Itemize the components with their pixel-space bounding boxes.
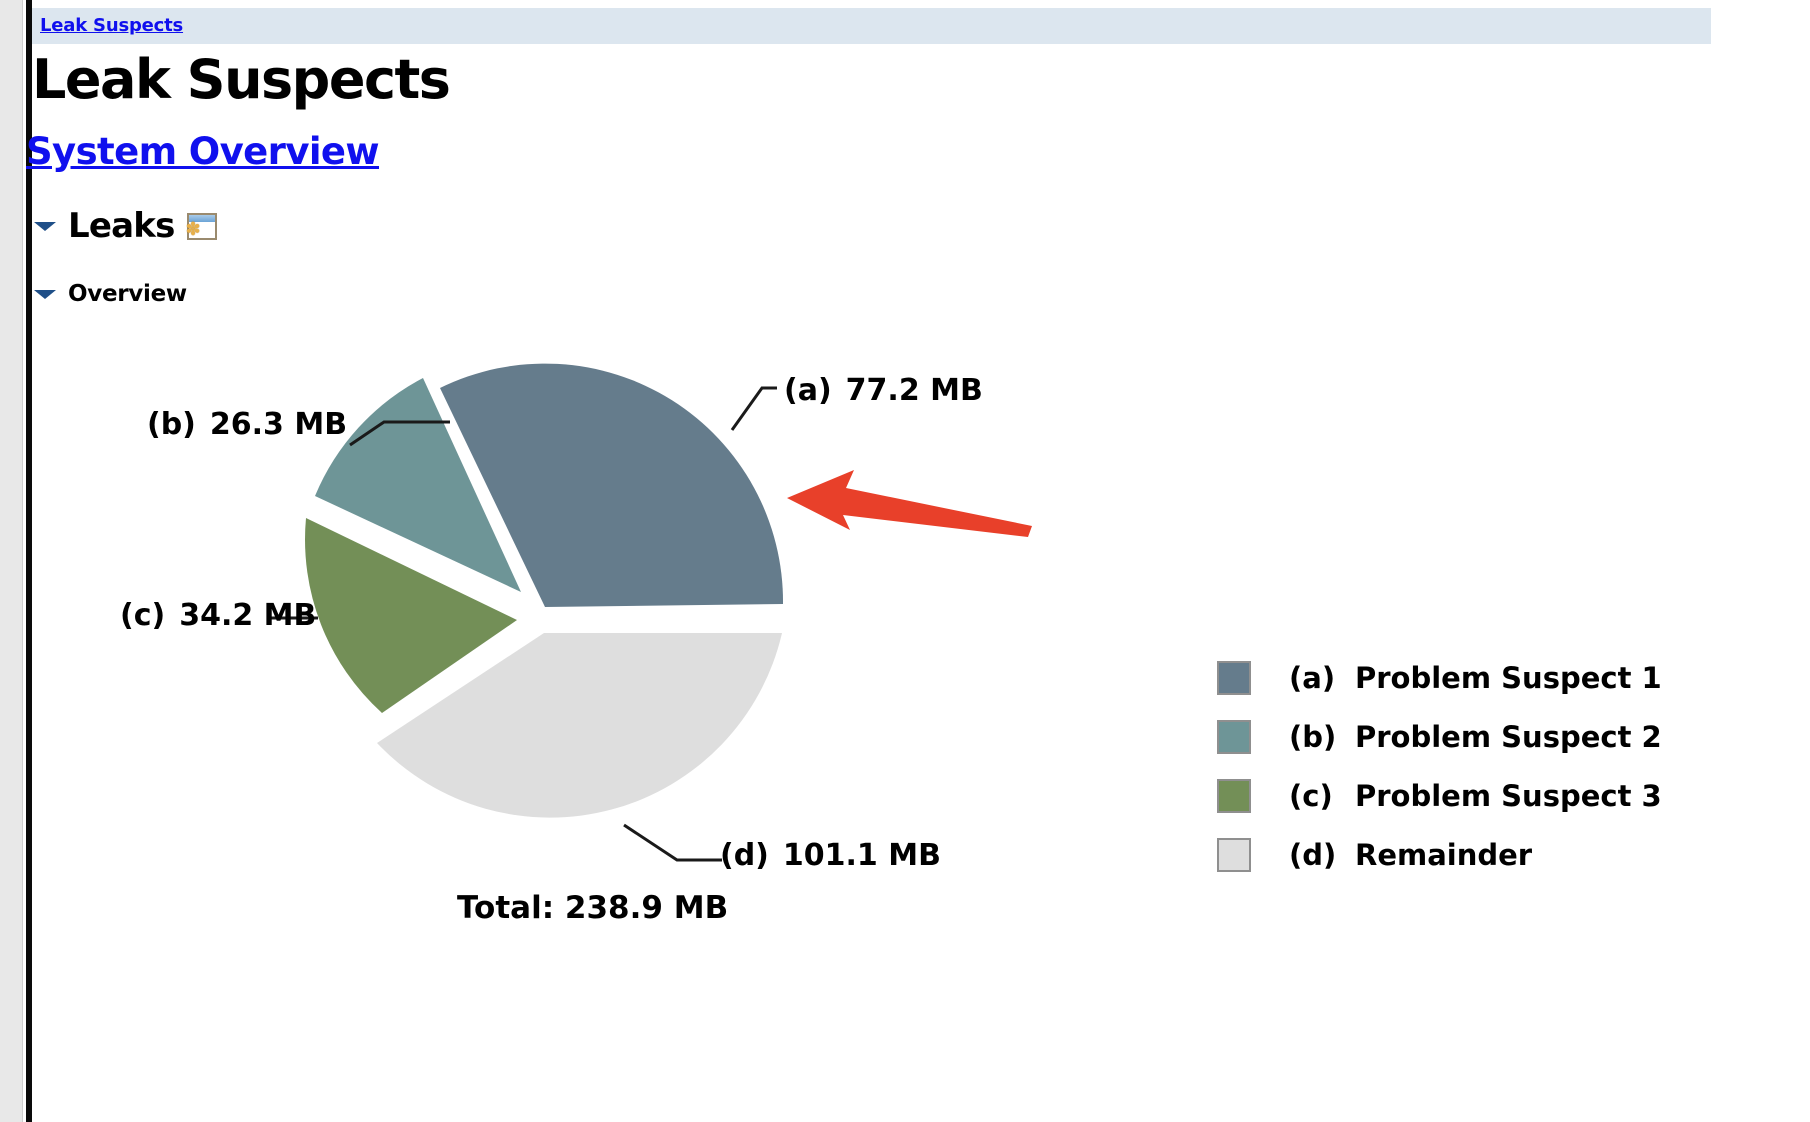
legend-key-a: (a) xyxy=(1289,660,1336,695)
system-overview-link[interactable]: System Overview xyxy=(26,130,380,173)
breadcrumb-bar: Leak Suspects xyxy=(32,8,1711,44)
callout-label-a: (a) 77.2 MB xyxy=(784,373,983,408)
legend-label-a: Problem Suspect 1 xyxy=(1355,660,1662,695)
legend-row-c[interactable]: (c) Problem Suspect 3 xyxy=(1217,766,1662,825)
window-left-gutter xyxy=(0,0,23,1122)
legend-swatch-c xyxy=(1217,778,1251,813)
leader-line-a xyxy=(730,386,777,431)
chart-legend: (a) Problem Suspect 1 (b) Problem Suspec… xyxy=(1217,648,1662,884)
callout-b-key: (b) xyxy=(147,407,196,442)
breadcrumb-link-leak-suspects[interactable]: Leak Suspects xyxy=(40,15,183,36)
legend-row-d[interactable]: (d) Remainder xyxy=(1217,825,1662,884)
legend-key-c: (c) xyxy=(1289,778,1333,813)
callout-label-d: (d) 101.1 MB xyxy=(720,838,941,873)
page-title: Leak Suspects xyxy=(32,48,451,111)
section-header-leaks[interactable]: Leaks ✽ xyxy=(34,206,217,246)
section-header-overview[interactable]: Overview xyxy=(34,281,187,307)
red-pointer-arrow xyxy=(787,470,1032,537)
page-content: Leak Suspects Leak Suspects System Overv… xyxy=(26,0,1810,1122)
callout-label-b: (b) 26.3 MB xyxy=(147,407,347,442)
callout-a-key: (a) xyxy=(784,373,832,408)
callout-a-value: 77.2 MB xyxy=(845,373,983,408)
section-title-overview: Overview xyxy=(68,281,187,307)
callout-d-value: 101.1 MB xyxy=(782,838,941,873)
callout-c-value: 34.2 MB xyxy=(179,598,317,633)
pie-chart-region: (a) 77.2 MB (b) 26.3 MB (c) 34.2 MB (d) 101.… xyxy=(32,330,1810,1030)
legend-key-b: (b) xyxy=(1289,719,1337,754)
legend-label-c: Problem Suspect 3 xyxy=(1355,778,1662,813)
legend-swatch-a xyxy=(1217,660,1251,695)
legend-key-d: (d) xyxy=(1289,837,1337,872)
leader-line-d xyxy=(623,823,722,862)
legend-swatch-d xyxy=(1217,837,1251,872)
legend-label-d: Remainder xyxy=(1355,837,1533,872)
legend-swatch-b xyxy=(1217,719,1251,754)
legend-row-a[interactable]: (a) Problem Suspect 1 xyxy=(1217,648,1662,707)
legend-row-b[interactable]: (b) Problem Suspect 2 xyxy=(1217,707,1662,766)
legend-label-b: Problem Suspect 2 xyxy=(1355,719,1662,754)
window-panel-icon[interactable]: ✽ xyxy=(185,212,217,240)
section-title-leaks: Leaks xyxy=(68,206,175,246)
chevron-down-icon[interactable] xyxy=(34,289,56,299)
callout-d-key: (d) xyxy=(720,838,769,873)
chart-total-label: Total: 238.9 MB xyxy=(457,890,729,926)
chevron-down-icon[interactable] xyxy=(34,221,56,231)
window-panel-icon-glyph: ✽ xyxy=(185,218,201,240)
leak-suspects-window: Leak Suspects Leak Suspects System Overv… xyxy=(0,0,1810,1122)
callout-b-value: 26.3 MB xyxy=(209,407,348,442)
callout-c-key: (c) xyxy=(120,598,166,633)
callout-label-c: (c) 34.2 MB xyxy=(120,598,316,633)
